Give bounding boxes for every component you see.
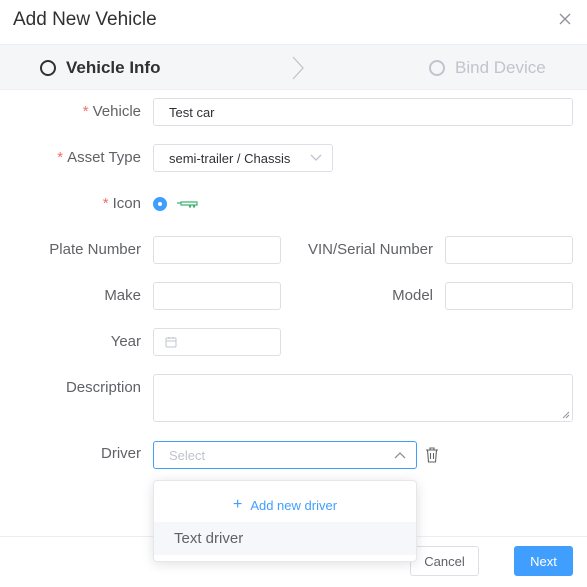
chevron-up-icon	[394, 452, 406, 459]
label-text: Vehicle	[92, 103, 141, 120]
required-mark: *	[57, 149, 64, 166]
year-label: Year	[110, 333, 141, 350]
trash-icon[interactable]	[425, 447, 439, 463]
step-label: Vehicle Info	[66, 58, 161, 77]
label-text: Icon	[112, 195, 141, 212]
model-label: Model	[392, 287, 433, 304]
dialog-header: Add New Vehicle	[0, 0, 587, 44]
steps-bar: Vehicle Info Bind Device	[0, 44, 587, 90]
close-icon[interactable]	[558, 12, 572, 26]
chevron-right-icon	[292, 56, 304, 80]
driver-label: Driver	[101, 445, 141, 462]
dropdown-option[interactable]: Text driver	[154, 522, 416, 555]
next-button[interactable]: Next	[514, 546, 573, 576]
dialog-title: Add New Vehicle	[13, 9, 157, 30]
add-new-driver-button[interactable]: + Add new driver	[154, 489, 416, 521]
calendar-icon	[165, 337, 177, 348]
icon-radio[interactable]	[153, 197, 167, 211]
required-mark: *	[82, 103, 89, 120]
vehicle-value: Test car	[169, 104, 215, 120]
cancel-button[interactable]: Cancel	[410, 546, 479, 576]
add-new-driver-label: Add new driver	[250, 497, 338, 513]
driver-select[interactable]: Select	[153, 441, 417, 469]
asset-type-value: semi-trailer / Chassis	[169, 150, 291, 166]
plate-number-label: Plate Number	[49, 241, 141, 258]
plate-number-input[interactable]	[153, 236, 281, 264]
icon-label: * Icon	[103, 195, 141, 212]
step-label: Bind Device	[455, 58, 546, 77]
plus-icon: +	[232, 496, 243, 513]
description-textarea[interactable]	[153, 374, 573, 422]
make-label: Make	[104, 287, 141, 304]
vin-label: VIN/Serial Number	[307, 241, 433, 258]
trailer-icon[interactable]	[176, 199, 198, 209]
asset-type-label: * Asset Type	[57, 149, 141, 166]
driver-dropdown: + Add new driver Text driver	[153, 480, 417, 562]
model-input[interactable]	[445, 282, 573, 310]
required-mark: *	[102, 195, 109, 212]
step-vehicle-info: Vehicle Info	[40, 45, 160, 91]
vehicle-input[interactable]: Test car	[153, 98, 573, 126]
chevron-down-icon	[310, 154, 322, 161]
label-text: Asset Type	[67, 149, 141, 166]
step-circle-icon	[429, 60, 445, 76]
resize-handle-icon[interactable]	[562, 411, 570, 419]
year-date-picker[interactable]	[153, 328, 281, 356]
description-label: Description	[65, 379, 141, 396]
vehicle-label: * Vehicle	[83, 103, 141, 120]
driver-placeholder: Select	[169, 447, 206, 463]
vin-input[interactable]	[445, 236, 573, 264]
step-bind-device: Bind Device	[429, 45, 546, 91]
asset-type-select[interactable]: semi-trailer / Chassis	[153, 144, 333, 172]
make-input[interactable]	[153, 282, 281, 310]
step-circle-icon	[40, 60, 56, 76]
